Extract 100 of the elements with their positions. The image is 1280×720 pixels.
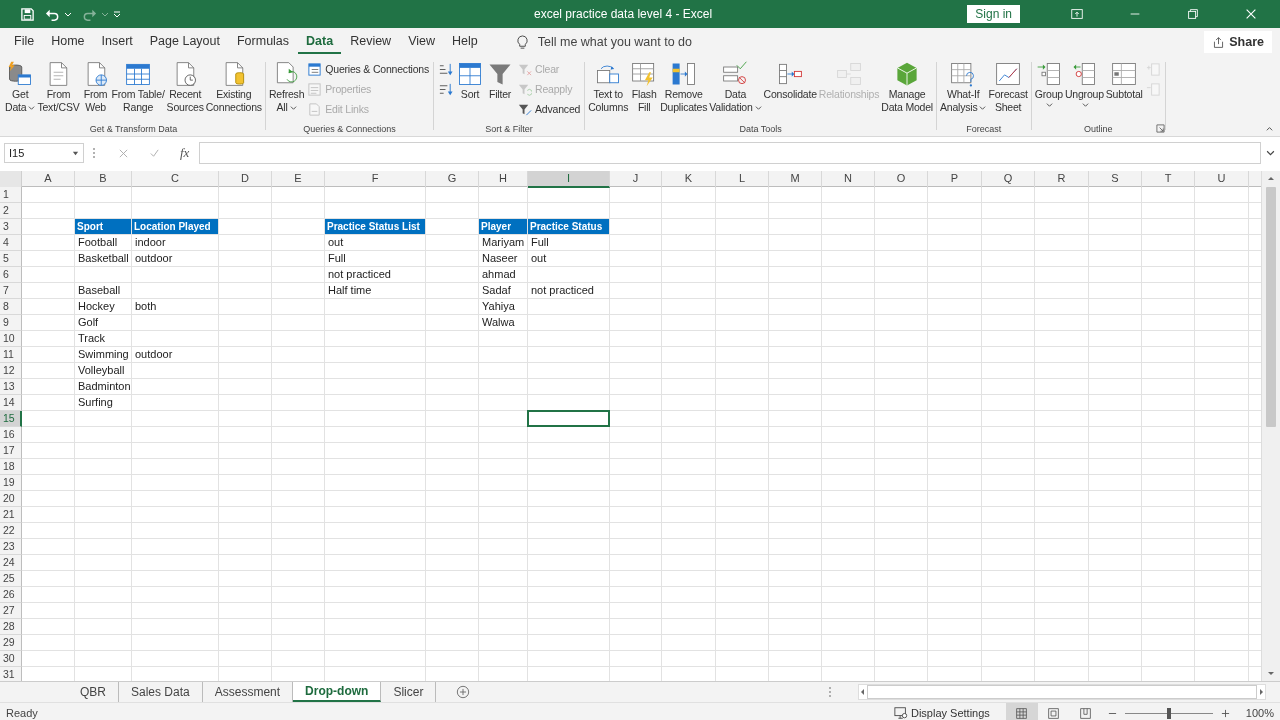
display-settings-button[interactable]: Display Settings [894,706,990,720]
customize-toolbar-icon[interactable] [113,10,121,18]
save-icon[interactable] [20,6,35,22]
ribbon-button[interactable]: Subtotal [1104,58,1144,101]
ribbon-button[interactable]: Text to Columns [587,58,630,114]
zoom-in-icon[interactable] [1220,708,1230,718]
ribbon-button[interactable]: From Text/CSV [36,58,81,114]
ribbon-button[interactable]: Flash Fill [629,58,660,114]
ribbon-tab[interactable]: File [6,30,43,54]
row-header[interactable]: 25 [0,571,22,587]
sort-descending-icon [438,81,454,97]
row-header[interactable]: 27 [0,603,22,619]
row-header[interactable]: 18 [0,459,22,475]
table-header-cell: Location Played [132,219,218,234]
ribbon-button[interactable]: Existing Connections [204,58,263,114]
formula-input-field[interactable] [199,142,1261,164]
scroll-right-icon[interactable] [1257,688,1265,696]
close-icon[interactable] [1244,7,1258,21]
collapse-ribbon-icon[interactable] [1265,124,1274,133]
row-header[interactable]: 30 [0,651,22,667]
ribbon-button[interactable]: Queries & Connections [305,60,432,78]
ribbon-tab[interactable]: Insert [93,30,141,54]
ribbon-button[interactable]: Sort [455,58,486,101]
insert-function-button[interactable]: fx [180,145,190,161]
cancel-icon [118,147,129,159]
row-header[interactable]: 13 [0,379,22,395]
row-header[interactable]: 19 [0,475,22,491]
row-header[interactable]: 6 [0,267,22,283]
expand-formula-bar-icon[interactable] [1266,148,1275,158]
row-header[interactable]: 15 [0,411,22,427]
cell-cursor[interactable] [527,410,610,427]
ribbon-tab[interactable]: Page Layout [141,30,228,54]
row-header[interactable]: 28 [0,619,22,635]
ribbon-button[interactable]: Filter [485,58,516,101]
ribbon-button[interactable]: Ungroup [1063,58,1105,108]
ribbon-display-options-icon[interactable] [1070,7,1084,21]
caret-icon[interactable] [64,10,72,18]
dialog-launcher-icon[interactable] [1155,124,1165,133]
row-header[interactable]: 22 [0,523,22,539]
add-sheet-icon[interactable] [456,685,471,699]
ribbon-button[interactable]: From Table/ Range [110,58,166,114]
row-header[interactable]: 7 [0,283,22,299]
ribbon-button[interactable]: Recent Sources [165,58,205,114]
ribbon-button[interactable]: Remove Duplicates [659,58,709,114]
row-header[interactable]: 24 [0,555,22,571]
horizontal-scrollbar[interactable] [858,684,1266,700]
name-box[interactable]: I15 [4,143,84,163]
row-header[interactable]: 31 [0,667,22,681]
row-header[interactable]: 16 [0,427,22,443]
zoom-level[interactable]: 100% [1245,707,1274,719]
sign-in-button[interactable]: Sign in [967,5,1020,23]
ribbon-button[interactable]: Advanced [515,100,583,118]
row-header[interactable]: 8 [0,299,22,315]
ribbon-button[interactable]: Group [1033,58,1064,108]
table-header-cell: Sport [75,219,131,234]
table-cell-text: out [327,235,345,250]
restore-icon[interactable] [1186,7,1200,21]
ribbon-button[interactable]: Manage Data Model [880,58,934,114]
row-header[interactable]: 29 [0,635,22,651]
row-header[interactable]: 17 [0,443,22,459]
scroll-up-icon[interactable] [1267,175,1275,183]
ribbon-tab[interactable]: View [400,30,444,54]
queries-icon [307,61,323,77]
scroll-left-icon[interactable] [859,688,867,696]
ribbon-button[interactable]: Get Data [4,58,37,114]
ribbon-button[interactable]: Data Validation [708,58,763,114]
row-header[interactable]: 2 [0,203,22,219]
normal-view-button[interactable] [1005,703,1038,720]
row-header[interactable]: 4 [0,235,22,251]
share-button[interactable]: Share [1204,31,1272,53]
sheet-tab[interactable]: Drop-down [293,682,382,702]
row-header[interactable]: 12 [0,363,22,379]
ribbon-button[interactable]: What-If Analysis [939,58,988,114]
ribbon-tab[interactable]: Formulas [228,30,298,54]
ribbon-button[interactable]: Refresh All [267,58,306,114]
ribbon-button[interactable]: From Web [80,58,111,114]
row-header[interactable]: 9 [0,315,22,331]
ribbon-button[interactable]: Forecast Sheet [987,58,1029,114]
table-cell-text: not practiced [530,283,595,298]
row-header[interactable]: 11 [0,347,22,363]
row-header[interactable]: 21 [0,507,22,523]
ribbon-tab[interactable]: Review [342,30,400,54]
ribbon-button[interactable]: Consolidate [762,58,818,101]
row-header[interactable]: 20 [0,491,22,507]
row-header[interactable]: 10 [0,331,22,347]
row-header[interactable]: 5 [0,251,22,267]
row-header[interactable]: 23 [0,539,22,555]
scroll-thumb[interactable] [1266,187,1276,427]
scroll-thumb[interactable] [867,685,1257,699]
row-header[interactable]: 3 [0,219,22,235]
row-header[interactable]: 26 [0,587,22,603]
ribbon-tab[interactable]: Home [43,30,93,54]
row-header[interactable]: 14 [0,395,22,411]
column-header[interactable]: I [528,171,610,188]
row-header[interactable]: 1 [0,187,22,203]
vertical-scrollbar[interactable] [1261,171,1280,681]
scroll-down-icon[interactable] [1267,669,1275,677]
tell-me-field[interactable]: Tell me what you want to do [514,34,770,50]
ribbon-tab[interactable]: Help [444,30,486,54]
ribbon-tab[interactable]: Data [298,30,342,54]
